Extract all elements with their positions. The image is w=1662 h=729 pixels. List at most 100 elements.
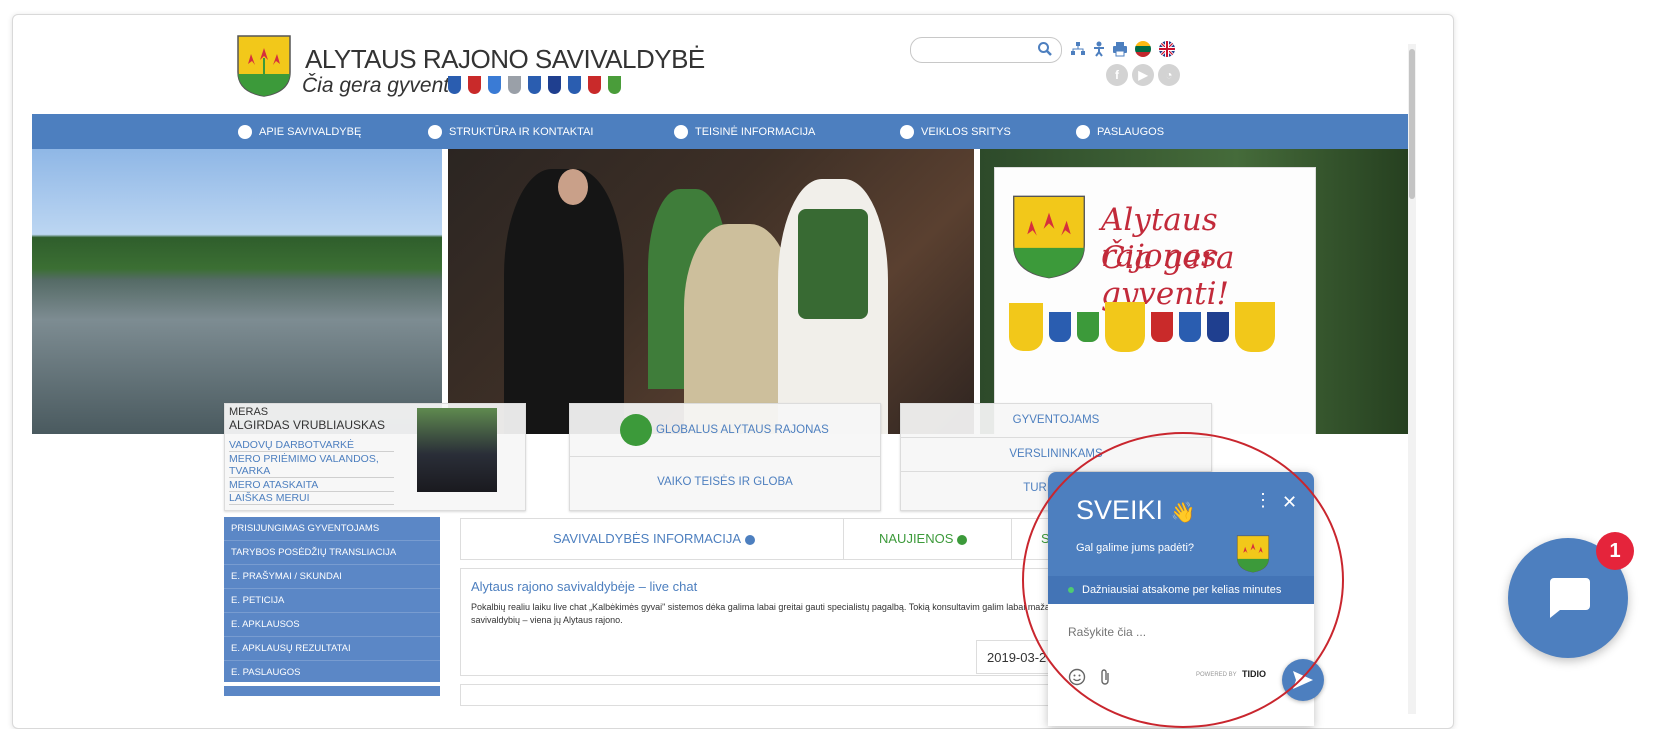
poster-board: Alytaus rajonas Čia gera gyventi! — [994, 167, 1316, 434]
tab-divider — [1011, 519, 1012, 559]
shield-icon — [468, 76, 481, 94]
chat-avatar-icon — [1236, 535, 1270, 573]
chat-greeting-text: SVEIKI — [1076, 495, 1164, 525]
mayor-schedule-link[interactable]: VADOVŲ DARBOTVARKĖ — [229, 439, 394, 452]
chat-question: Gal galime jums padėti? — [1076, 542, 1195, 554]
search-box[interactable] — [910, 37, 1062, 63]
scrollbar[interactable] — [1408, 44, 1416, 714]
shield-icon — [528, 76, 541, 94]
shield-icon — [508, 76, 521, 94]
hero-banner[interactable]: Alytaus rajonas Čia gera gyventi! — [32, 149, 1408, 434]
nav-item-activities[interactable]: VEIKLOS SRITYS — [900, 114, 1011, 149]
nav-label: STRUKTŪRA IR KONTAKTAI — [449, 125, 594, 138]
mayor-report-link[interactable]: MERO ATASKAITA — [229, 479, 394, 492]
chat-status-bar: Dažniausiai atsakome per kelias minutes — [1048, 576, 1314, 604]
accessibility-icon[interactable] — [1092, 41, 1106, 57]
tab-divider — [843, 519, 844, 559]
sidebar-item-services[interactable]: E. PASLAUGOS — [224, 661, 440, 684]
gear-icon — [900, 124, 914, 139]
chat-bubble-icon — [1550, 578, 1590, 618]
tab-label: SAVIVALDYBĖS INFORMACIJA — [553, 531, 742, 546]
main-navigation: APIE SAVIVALDYBĘ STRUKTŪRA IR KONTAKTAI … — [32, 114, 1408, 149]
audience-business[interactable]: VERSLININKAMS — [901, 438, 1211, 472]
shield-icon — [588, 76, 601, 94]
chat-widget: SVEIKI 👋 ⋮ ✕ Gal galime jums padėti? Daž… — [1048, 472, 1314, 726]
chat-message-input[interactable] — [1066, 624, 1250, 640]
search-icon[interactable] — [1037, 41, 1053, 57]
scales-icon — [674, 124, 688, 139]
more-options-icon[interactable]: ⋮ — [1254, 490, 1272, 511]
officials-photo — [448, 149, 974, 434]
audience-residents[interactable]: GYVENTOJAMS — [901, 404, 1211, 438]
nav-label: VEIKLOS SRITYS — [921, 125, 1011, 138]
person-face — [558, 169, 588, 205]
mayor-letter-link[interactable]: LAIŠKAS MERUI — [229, 492, 394, 505]
nav-item-legal[interactable]: TEISINĖ INFORMACIJA — [674, 114, 815, 149]
attachment-icon[interactable] — [1098, 668, 1112, 686]
mayor-hours-link[interactable]: MERO PRIĖMIMO VALANDOS, TVARKA — [229, 453, 394, 478]
send-icon — [1293, 671, 1313, 689]
online-dot-icon — [1068, 587, 1074, 593]
info-tabs: SAVIVALDYBĖS INFORMACIJA NAUJIENOS SK — [460, 518, 1082, 560]
municipality-shields — [448, 76, 621, 94]
nav-label: PASLAUGOS — [1097, 125, 1165, 138]
coat-of-arms-icon — [1013, 195, 1085, 279]
sitemap-icon[interactable] — [1070, 41, 1086, 57]
news-excerpt: Pokalbių realiu laiku live chat „Kalbėki… — [471, 602, 1052, 625]
send-message-button[interactable] — [1282, 659, 1324, 701]
chevron-down-icon — [745, 534, 756, 545]
shield-icon — [608, 76, 621, 94]
sidebar-item-login[interactable]: PRISIJUNGIMAS GYVENTOJAMS — [224, 517, 440, 541]
coat-of-arms-logo[interactable] — [236, 34, 292, 98]
nav-item-structure[interactable]: STRUKTŪRA IR KONTAKTAI — [428, 114, 593, 149]
sidebar-item-broadcast[interactable]: TARYBOS POSĖDŽIŲ TRANSLIACIJA — [224, 541, 440, 565]
lithuanian-flag-icon[interactable] — [1134, 40, 1152, 58]
poster-shields — [1009, 298, 1299, 356]
sidebar-item-petition[interactable]: E. PETICIJA — [224, 589, 440, 613]
nav-label: APIE SAVIVALDYBĘ — [259, 125, 362, 138]
poster-photo: Alytaus rajonas Čia gera gyventi! — [980, 149, 1408, 434]
print-icon[interactable] — [1112, 41, 1128, 57]
building-icon — [238, 124, 252, 139]
sidebar-continuation — [224, 686, 440, 696]
tab-label: NAUJIENOS — [879, 531, 954, 546]
nav-label: TEISINĖ INFORMACIJA — [695, 125, 816, 138]
news-title[interactable]: Alytaus rajono savivaldybėje – live chat — [471, 579, 697, 594]
close-icon[interactable]: ✕ — [1282, 492, 1297, 513]
chat-status-text: Dažniausiai atsakome per kelias minutes — [1082, 584, 1282, 596]
scrollbar-thumb[interactable] — [1409, 49, 1415, 199]
mayor-role: MERAS — [229, 406, 269, 418]
global-logo-icon — [620, 414, 652, 446]
sidebar-item-requests[interactable]: E. PRAŠYMAI / SKUNDAI — [224, 565, 440, 589]
child-rights-link[interactable]: VAIKO TEISĖS IR GLOBA — [570, 476, 880, 488]
news-card-next — [460, 684, 1082, 706]
shield-icon — [548, 76, 561, 94]
site-title[interactable]: ALYTAUS RAJONO SAVIVALDYBĖ — [305, 44, 705, 75]
english-flag-icon[interactable] — [1158, 40, 1176, 58]
wave-icon: 👋 — [1170, 502, 1196, 524]
shield-icon — [488, 76, 501, 94]
nav-item-services[interactable]: PASLAUGOS — [1076, 114, 1164, 149]
chat-greeting: SVEIKI 👋 — [1076, 495, 1195, 526]
youtube-icon[interactable]: ▶ — [1132, 64, 1154, 86]
handshake-icon — [1076, 124, 1090, 139]
search-input[interactable] — [921, 38, 1040, 62]
social-links: f ▶ ◔ — [1106, 64, 1180, 86]
sidebar-item-survey-results[interactable]: E. APKLAUSŲ REZULTATAI — [224, 637, 440, 661]
mayor-name[interactable]: ALGIRDAS VRUBLIAUSKAS — [229, 418, 385, 432]
mayor-box: MERAS ALGIRDAS VRUBLIAUSKAS VADOVŲ DARBO… — [224, 403, 526, 511]
unread-badge: 1 — [1596, 532, 1634, 570]
people-icon — [428, 124, 442, 139]
person-silhouette — [504, 169, 624, 434]
rss-icon[interactable]: ◔ — [1158, 64, 1180, 86]
facebook-icon[interactable]: f — [1106, 64, 1128, 86]
mayor-photo[interactable] — [417, 408, 497, 492]
sidebar-item-surveys[interactable]: E. APKLAUSOS — [224, 613, 440, 637]
powered-by-label: POWERED BY — [1196, 672, 1237, 678]
global-link[interactable]: GLOBALUS ALYTAUS RAJONAS — [656, 424, 829, 436]
tab-municipality-info[interactable]: SAVIVALDYBĖS INFORMACIJA — [553, 519, 756, 559]
tidio-logo[interactable]: TIDIO — [1242, 669, 1266, 679]
tab-news[interactable]: NAUJIENOS — [879, 519, 968, 559]
emoji-icon[interactable] — [1068, 668, 1086, 686]
nav-item-about[interactable]: APIE SAVIVALDYBĘ — [238, 114, 361, 149]
